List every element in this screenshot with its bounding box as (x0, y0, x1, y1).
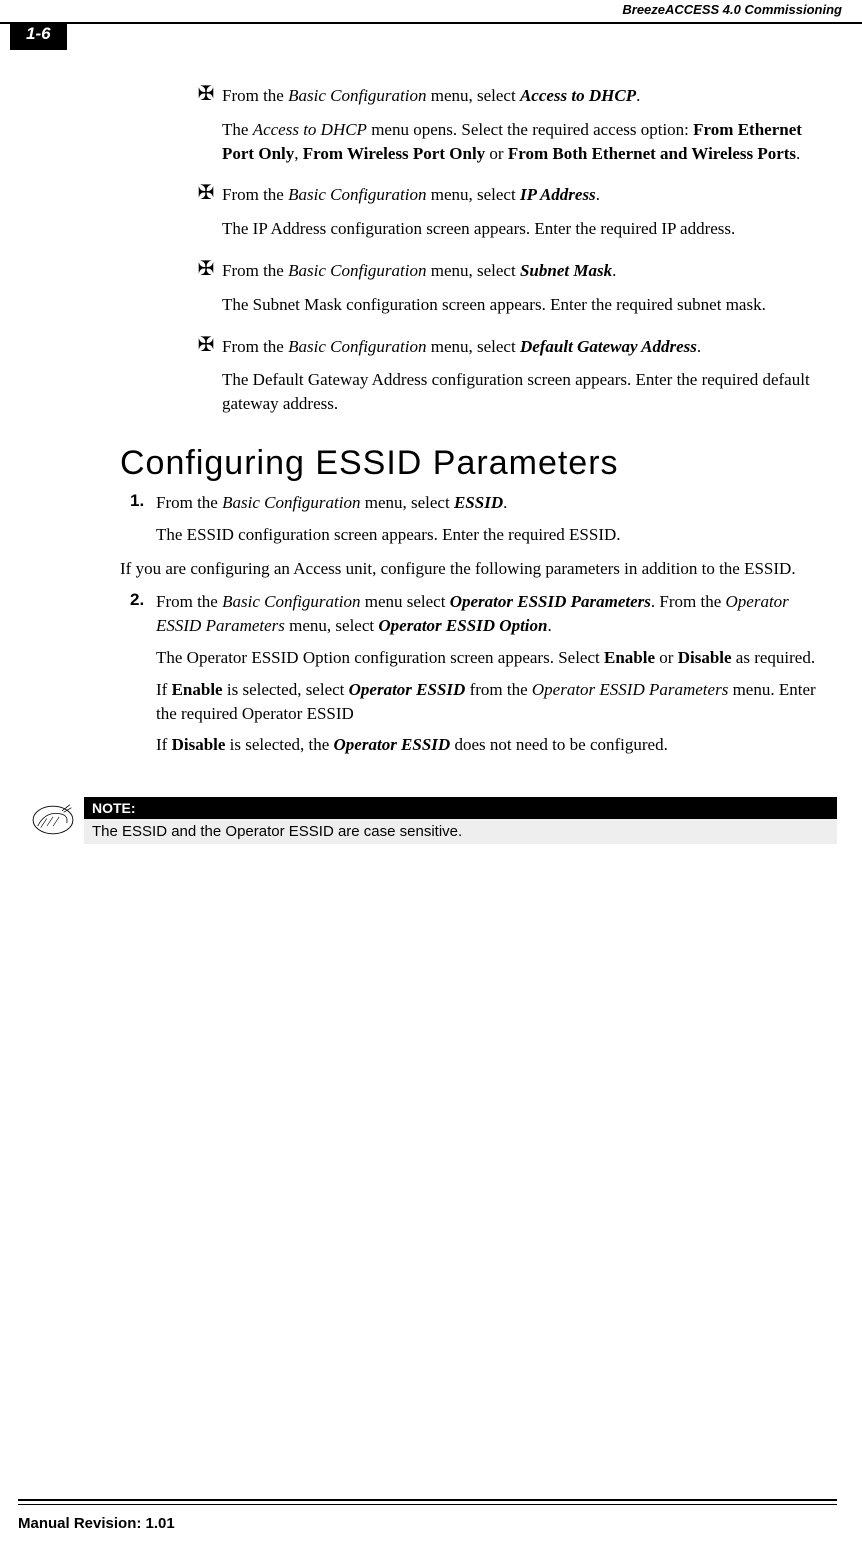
maltese-cross-icon: ✠ (190, 259, 222, 283)
step-2-sub: If Enable is selected, select Operator E… (156, 678, 837, 726)
bullet-item: ✠From the Basic Configuration menu, sele… (190, 84, 837, 108)
note-block: NOTE: The ESSID and the Operator ESSID a… (30, 797, 837, 844)
step-1-sub: The ESSID configuration screen appears. … (156, 523, 837, 547)
bullet-item: ✠From the Basic Configuration menu, sele… (190, 335, 837, 359)
step-2-sub: If Disable is selected, the Operator ESS… (156, 733, 837, 757)
bullet-sub-para: The Subnet Mask configuration screen app… (222, 293, 837, 317)
page: 1-6 BreezeACCESS 4.0 Commissioning ✠From… (0, 0, 862, 1542)
content-area: ✠From the Basic Configuration menu, sele… (120, 84, 837, 757)
bullet-sub-para: The Access to DHCP menu opens. Select th… (222, 118, 837, 166)
step-2: 2. From the Basic Configuration menu sel… (130, 590, 837, 638)
bullet-sub-para: The IP Address configuration screen appe… (222, 217, 837, 241)
step-text: From the Basic Configuration menu select… (156, 590, 837, 638)
intermediate-para: If you are configuring an Access unit, c… (120, 557, 837, 581)
page-number: 1-6 (10, 22, 67, 50)
doc-title: BreezeACCESS 4.0 Commissioning (614, 2, 842, 17)
section-heading: Configuring ESSID Parameters (120, 444, 837, 483)
maltese-cross-icon: ✠ (190, 335, 222, 359)
note-icon (30, 797, 84, 842)
footer-text: Manual Revision: 1.01 (18, 1515, 837, 1532)
note-text: The ESSID and the Operator ESSID are cas… (84, 819, 837, 844)
step-2-sub: The Operator ESSID Option configuration … (156, 646, 837, 670)
note-head: NOTE: (84, 797, 837, 819)
bullet-sub-para: The Default Gateway Address configuratio… (222, 368, 837, 416)
step-text: From the Basic Configuration menu, selec… (156, 491, 837, 515)
bullet-text: From the Basic Configuration menu, selec… (222, 84, 837, 108)
bullet-text: From the Basic Configuration menu, selec… (222, 335, 837, 359)
note-body: NOTE: The ESSID and the Operator ESSID a… (84, 797, 837, 844)
maltese-cross-icon: ✠ (190, 183, 222, 207)
step-1: 1. From the Basic Configuration menu, se… (130, 491, 837, 515)
bullet-text: From the Basic Configuration menu, selec… (222, 183, 837, 207)
header-bar: 1-6 BreezeACCESS 4.0 Commissioning (0, 22, 862, 54)
maltese-cross-icon: ✠ (190, 84, 222, 108)
bullet-text: From the Basic Configuration menu, selec… (222, 259, 837, 283)
bullet-item: ✠From the Basic Configuration menu, sele… (190, 259, 837, 283)
footer: Manual Revision: 1.01 (18, 1499, 837, 1532)
bullet-item: ✠From the Basic Configuration menu, sele… (190, 183, 837, 207)
step-number: 1. (130, 491, 156, 515)
step-number: 2. (130, 590, 156, 638)
